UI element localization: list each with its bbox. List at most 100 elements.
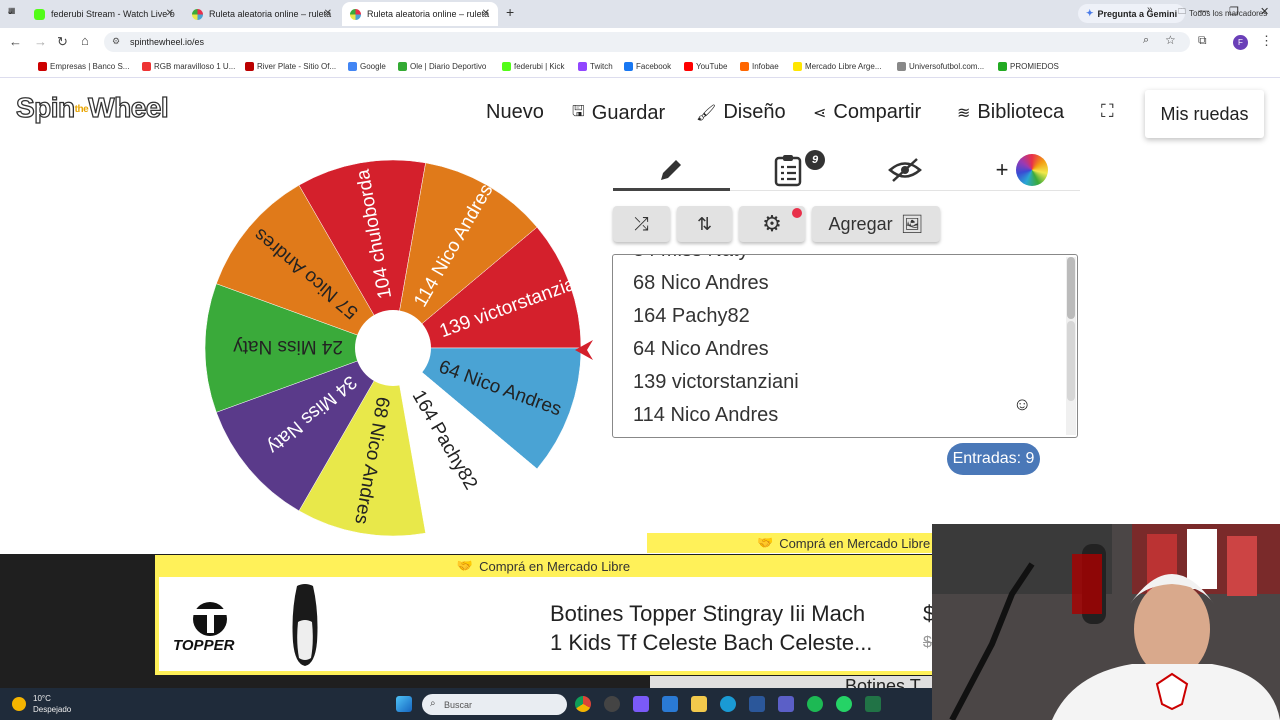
shuffle-button[interactable]: ⤮	[613, 206, 670, 242]
agregar-image-button[interactable]: Agregar 🖼	[812, 206, 940, 242]
fullscreen-button[interactable]: ⛶	[1101, 101, 1114, 122]
gear-icon: ⚙	[762, 211, 782, 236]
plus-icon: +	[995, 157, 1009, 182]
site-info-icon[interactable]: ⚙	[112, 36, 120, 47]
edge-icon[interactable]	[720, 696, 736, 712]
entries-textarea[interactable]: 34 Miss Naty 68 Nico Andres 164 Pachy82 …	[612, 254, 1078, 438]
mercado-libre-ad[interactable]: 🤝 Comprá en Mercado Libre TOPPER Botines …	[155, 555, 935, 675]
results-count-badge: 9	[805, 150, 825, 170]
bookmark-favicon-icon	[398, 62, 407, 71]
home-icon[interactable]: ⌂	[81, 33, 89, 48]
bookmark-item[interactable]: River Plate - Sitio Of...	[245, 62, 336, 71]
reload-icon[interactable]: ↻	[57, 34, 68, 50]
file-explorer-icon[interactable]	[691, 696, 707, 712]
mercado-libre-ad-banner[interactable]: 🤝 Comprá en Mercado Libre	[647, 533, 932, 553]
wheel-center-hub[interactable]	[355, 310, 431, 386]
scrollbar-thumb[interactable]	[1067, 257, 1075, 319]
browser-tab[interactable]: federubi Stream - Watch Live o ✕	[26, 2, 182, 26]
entry-line: 64 Nico Andres	[633, 338, 769, 360]
menu-dots-icon[interactable]: ⋮	[1260, 33, 1273, 49]
teams-icon[interactable]	[778, 696, 794, 712]
emoji-picker-icon[interactable]: ☺	[1013, 394, 1031, 415]
back-icon[interactable]: ←	[9, 34, 22, 49]
bookmark-item[interactable]: PROMIEDOS	[998, 62, 1059, 71]
extensions-icon[interactable]: ⧉	[1198, 33, 1207, 48]
all-bookmarks-folder[interactable]: 🗀 Todos los marcadores	[1178, 6, 1267, 20]
scrollbar-track-highlight	[1067, 321, 1075, 401]
tab-add-wheel[interactable]: +	[964, 150, 1080, 190]
more-bookmarks-icon[interactable]: »	[1147, 4, 1153, 15]
product-title: Botines Topper Stingray Iii Mach 1 Kids T…	[550, 601, 873, 655]
spin-wheel[interactable]: 139 victorstanzia...64 Nico Andres164 Pa…	[203, 158, 583, 538]
paint-roller-icon: 🖌	[696, 104, 717, 122]
guardar-button[interactable]: 🖫 Guardar	[572, 101, 665, 126]
folder-icon: 🗀	[1178, 7, 1186, 16]
bookmark-item[interactable]: RGB maravilloso 1 U...	[142, 62, 235, 71]
browser-tab[interactable]: Ruleta aleatoria online – ruleta ✕	[184, 2, 340, 26]
forward-icon[interactable]: →	[34, 34, 47, 49]
weather-icon[interactable]	[12, 697, 26, 711]
nuevo-button[interactable]: Nuevo	[486, 101, 544, 124]
windows-start-icon[interactable]	[396, 696, 412, 712]
sort-button[interactable]: ⇅	[677, 206, 732, 242]
taskbar-search[interactable]: Buscar	[422, 694, 567, 715]
bookmark-item[interactable]: Ole | Diario Deportivo	[398, 62, 486, 71]
wheel-slice-label: 24 Miss Naty	[233, 336, 343, 357]
bookmark-favicon-icon	[245, 62, 254, 71]
bookmark-label: Facebook	[636, 62, 672, 71]
bookmark-item[interactable]: Google	[348, 62, 386, 71]
copilot-icon[interactable]	[633, 696, 649, 712]
search-icon: ⌕	[430, 698, 436, 709]
share-icon: ⋖	[813, 104, 827, 122]
kick-icon	[34, 8, 45, 20]
browser-tab-active[interactable]: Ruleta aleatoria online – ruleta ✕	[342, 2, 498, 26]
zoom-icon[interactable]: ⌕	[1143, 34, 1149, 47]
entry-line: 139 victorstanziani	[633, 371, 799, 393]
clipboard-list-icon	[774, 155, 802, 187]
bookmark-favicon-icon	[502, 62, 511, 71]
ad-header: 🤝 Comprá en Mercado Libre	[456, 558, 631, 574]
word-icon[interactable]	[749, 696, 765, 712]
bookmark-item[interactable]: Infobae	[740, 62, 779, 71]
close-tab-icon[interactable]: ✕	[482, 8, 490, 19]
bookmark-label: Ole | Diario Deportivo	[410, 62, 487, 71]
bookmark-item[interactable]: Twitch	[578, 62, 613, 71]
brand-name: TOPPER	[173, 637, 235, 654]
diseno-button[interactable]: 🖌 Diseño	[696, 101, 786, 124]
bookmark-item[interactable]: Universofutbol.com...	[897, 62, 984, 71]
spotify-icon[interactable]	[807, 696, 823, 712]
obs-icon[interactable]	[604, 696, 620, 712]
apps-grid-icon[interactable]: ▦	[8, 6, 16, 15]
bookmark-item[interactable]: federubi | Kick	[502, 62, 565, 71]
mis-ruedas-button[interactable]: Mis ruedas	[1145, 90, 1264, 138]
compartir-button[interactable]: ⋖ Compartir	[813, 101, 921, 124]
bookmark-item[interactable]: Empresas | Banco S...	[38, 62, 129, 71]
biblioteca-button[interactable]: ≋ Biblioteca	[957, 101, 1064, 124]
spin-the-wheel-logo[interactable]: SpintheWheel	[15, 91, 169, 124]
tab-results[interactable]	[730, 150, 846, 190]
bookmark-item[interactable]: Mercado Libre Arge...	[793, 62, 881, 71]
address-bar[interactable]: spinthewheel.io/es	[104, 32, 1190, 52]
tab-edit-entries[interactable]	[613, 150, 729, 190]
gemini-button[interactable]: ✦ Pregunta a Gemini	[1078, 4, 1186, 23]
url-text: spinthewheel.io/es	[130, 37, 205, 47]
bookmark-favicon-icon	[142, 62, 151, 71]
excel-icon[interactable]	[865, 696, 881, 712]
outlook-icon[interactable]	[662, 696, 678, 712]
entry-line: 34 Miss Naty	[633, 255, 749, 262]
chrome-icon[interactable]	[575, 696, 591, 712]
bookmark-star-icon[interactable]: ☆	[1165, 33, 1176, 47]
entry-line: 68 Nico Andres	[633, 272, 769, 294]
new-tab-icon[interactable]: +	[506, 4, 514, 20]
close-tab-icon[interactable]: ✕	[166, 8, 174, 19]
bookmark-item[interactable]: Facebook	[624, 62, 671, 71]
bookmark-item[interactable]: YouTube	[684, 62, 727, 71]
tab-hidden[interactable]	[847, 150, 963, 190]
layers-icon: ≋	[957, 104, 971, 122]
bookmark-favicon-icon	[998, 62, 1007, 71]
close-tab-icon[interactable]: ✕	[324, 8, 332, 19]
handshake-icon: 🤝	[456, 558, 474, 573]
profile-avatar[interactable]: F	[1233, 35, 1248, 50]
whatsapp-icon[interactable]	[836, 696, 852, 712]
topper-logo-icon	[193, 602, 227, 636]
